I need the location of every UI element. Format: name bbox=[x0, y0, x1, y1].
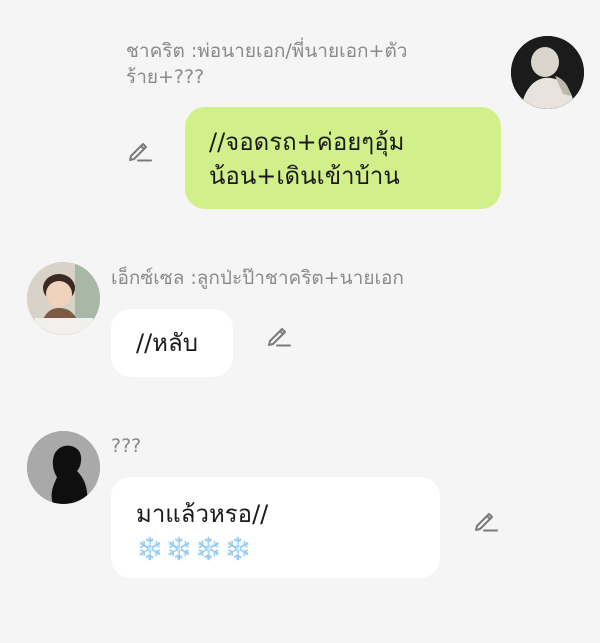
message-bubble-excel[interactable]: //หลับ bbox=[111, 309, 233, 377]
avatar-chakrit[interactable] bbox=[511, 36, 584, 109]
sender-name-chakrit: ชาคริต :พ่อนายเอก/พี่นายเอก+ตัวร้าย+??? bbox=[126, 40, 408, 88]
pencil-edit-icon[interactable] bbox=[470, 505, 500, 535]
person-photo-avatar-icon bbox=[511, 36, 584, 109]
pencil-edit-icon[interactable] bbox=[263, 320, 293, 350]
toddler-photo-avatar-icon bbox=[27, 262, 100, 335]
message-bubble-chakrit[interactable]: //จอดรถ+ค่อยๆอุ้มน้อน+เดินเข้าบ้าน bbox=[185, 107, 501, 209]
message-text: //หลับ bbox=[136, 329, 198, 357]
pencil-edit-icon[interactable] bbox=[124, 135, 154, 165]
sender-name-excel: เอ็กซ์เซล :ลูกป่ะป๊าชาคริต+นายเอก bbox=[111, 267, 404, 289]
message-text: มาแล้วหรอ// bbox=[136, 500, 269, 528]
silhouette-avatar-icon bbox=[27, 431, 100, 504]
snowflake-emoji-icons: ❄️❄️❄️❄️ bbox=[136, 537, 254, 562]
avatar-unknown[interactable] bbox=[27, 431, 100, 504]
message-bubble-unknown[interactable]: มาแล้วหรอ// ❄️❄️❄️❄️ bbox=[111, 477, 440, 578]
message-text: //จอดรถ+ค่อยๆอุ้มน้อน+เดินเข้าบ้าน bbox=[209, 128, 405, 190]
sender-name-unknown: ??? bbox=[111, 435, 142, 457]
avatar-excel[interactable] bbox=[27, 262, 100, 335]
